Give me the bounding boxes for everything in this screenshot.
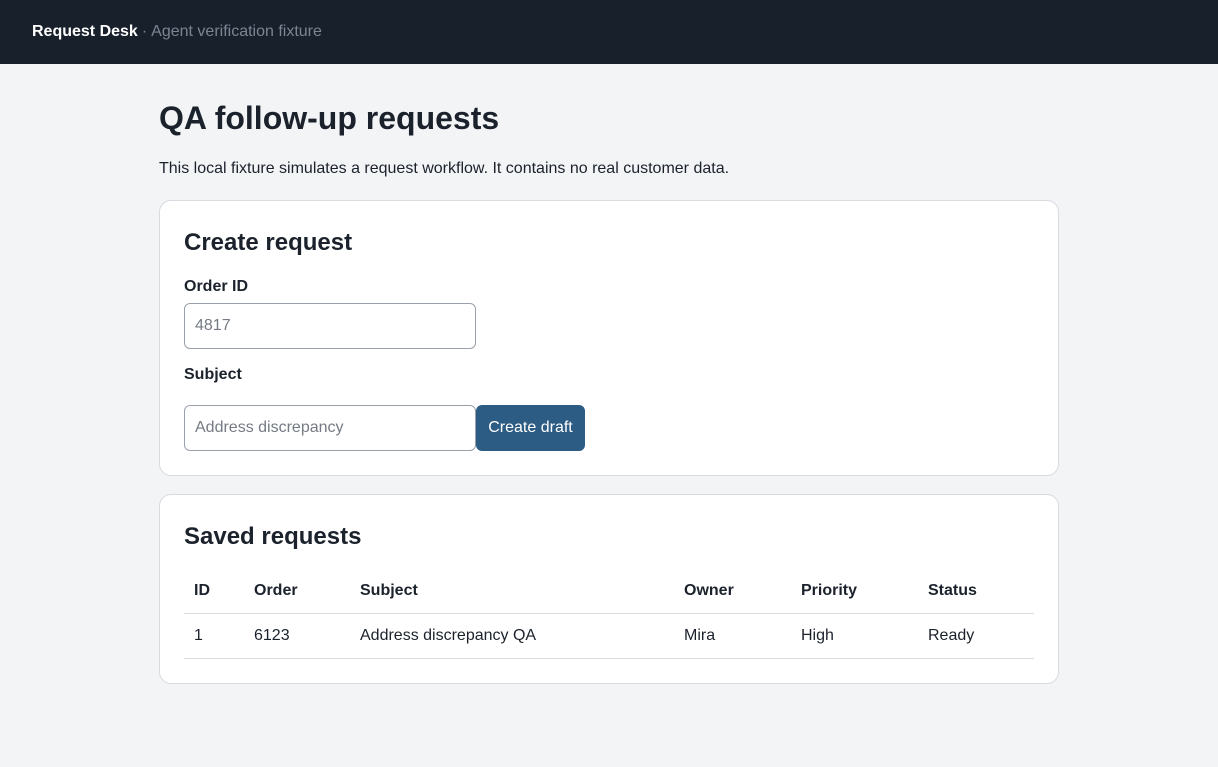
- saved-requests-heading: Saved requests: [184, 523, 362, 550]
- column-header-order: Order: [244, 569, 350, 614]
- cell-status: Ready: [918, 613, 1034, 659]
- column-header-priority: Priority: [791, 569, 918, 614]
- create-request-heading: Create request: [184, 229, 353, 256]
- table-row: 1 6123 Address discrepancy QA Mira High …: [184, 613, 1034, 659]
- create-request-card: Create request Order ID Subject Create d…: [159, 200, 1059, 476]
- table-header-row: ID Order Subject Owner Priority Status: [184, 569, 1034, 614]
- order-id-label: Order ID: [184, 278, 249, 295]
- page-intro: This local fixture simulates a request w…: [159, 160, 730, 177]
- create-draft-button[interactable]: Create draft: [476, 405, 585, 451]
- top-bar: Request Desk · Agent verification fixtur…: [0, 0, 1218, 64]
- subject-label: Subject: [184, 366, 242, 383]
- cell-owner: Mira: [674, 613, 791, 659]
- column-header-status: Status: [918, 569, 1034, 614]
- cell-order: 6123: [244, 613, 350, 659]
- column-header-subject: Subject: [350, 569, 674, 614]
- column-header-id: ID: [184, 569, 244, 614]
- page-title: QA follow-up requests: [159, 100, 500, 136]
- cell-priority: High: [791, 613, 918, 659]
- subject-input[interactable]: [184, 405, 476, 451]
- column-header-owner: Owner: [674, 569, 791, 614]
- order-id-input[interactable]: [184, 303, 476, 349]
- cell-id: 1: [184, 613, 244, 659]
- app-tagline: Agent verification fixture: [151, 23, 322, 40]
- cell-subject: Address discrepancy QA: [350, 613, 674, 659]
- brand-separator: ·: [141, 23, 148, 40]
- saved-requests-table: ID Order Subject Owner Priority Status 1…: [184, 569, 1034, 659]
- saved-requests-card: Saved requests ID Order Subject Owner Pr…: [159, 494, 1059, 684]
- app-brand: Request Desk: [32, 23, 138, 40]
